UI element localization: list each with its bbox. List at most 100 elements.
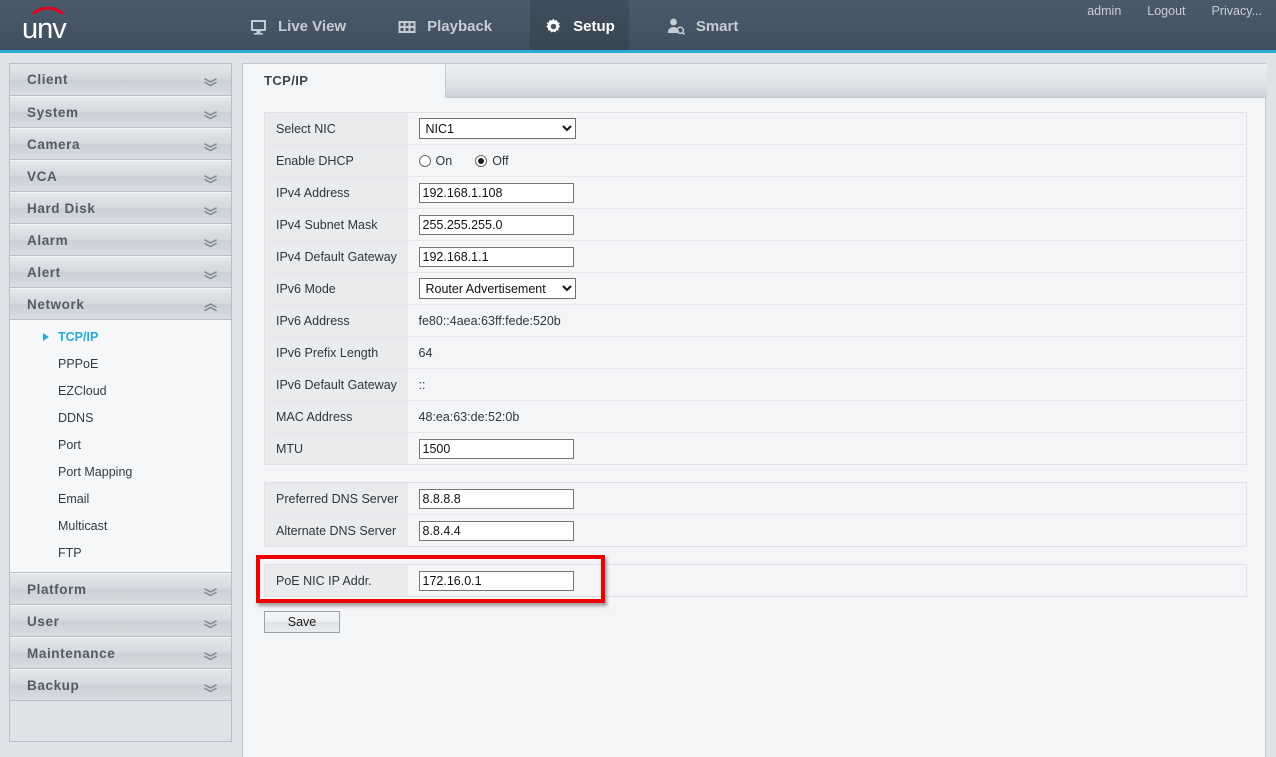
nav-playback[interactable]: Playback <box>384 0 506 53</box>
label-ipv6-mode: IPv6 Mode <box>265 273 408 305</box>
sidebar-group-network-label: Network <box>27 297 84 312</box>
ipv6-mode-dropdown[interactable]: Router Advertisement <box>419 278 576 299</box>
sidebar-item-multicast[interactable]: Multicast <box>10 512 231 539</box>
label-select-nic: Select NIC <box>265 113 408 145</box>
sidebar-group-backup[interactable]: Backup <box>10 669 231 701</box>
dhcp-on-label[interactable]: On <box>436 154 453 168</box>
value-mac-address: 48:ea:63:de:52:0b <box>408 401 1247 433</box>
save-button[interactable]: Save <box>264 611 340 633</box>
nav-smart-label: Smart <box>696 18 739 35</box>
person-search-icon <box>667 18 685 36</box>
label-mtu: MTU <box>265 433 408 465</box>
section-spacer <box>264 465 1265 482</box>
chevron-down-icon <box>204 649 217 658</box>
sidebar-group-client[interactable]: Client <box>10 64 231 96</box>
sidebar-item-port-mapping[interactable]: Port Mapping <box>10 458 231 485</box>
monitor-icon <box>249 18 267 36</box>
label-ipv4-subnet-mask: IPv4 Subnet Mask <box>265 209 408 241</box>
value-ipv6-address: fe80::4aea:63ff:fede:520b <box>408 305 1247 337</box>
poe-nic-ip-input[interactable] <box>419 571 574 591</box>
film-icon <box>398 18 416 36</box>
main-nav: Live View Playback Setup Smart <box>235 0 752 53</box>
preferred-dns-input[interactable] <box>419 489 574 509</box>
sidebar-group-maintenance[interactable]: Maintenance <box>10 637 231 669</box>
sidebar-item-tcpip-label: TCP/IP <box>58 330 98 344</box>
dhcp-off-radio[interactable] <box>475 155 487 167</box>
sidebar-group-client-label: Client <box>27 72 68 87</box>
dhcp-radio-group: On Off <box>419 154 1247 168</box>
mtu-input[interactable] <box>419 439 574 459</box>
sidebar-item-port-mapping-label: Port Mapping <box>58 465 132 479</box>
sidebar-item-multicast-label: Multicast <box>58 519 107 533</box>
select-nic-dropdown[interactable]: NIC1 <box>419 118 576 139</box>
current-user-label: admin <box>1087 4 1121 18</box>
sidebar-item-email[interactable]: Email <box>10 485 231 512</box>
unv-logo: unv <box>22 7 102 45</box>
poe-section: PoE NIC IP Addr. <box>264 564 1247 597</box>
save-row: Save <box>264 611 1265 633</box>
row-preferred-dns: Preferred DNS Server <box>265 483 1247 515</box>
user-zone: admin Logout Privacy... <box>1087 4 1262 18</box>
sidebar-group-vca-label: VCA <box>27 169 57 184</box>
sidebar-group-hard-disk-label: Hard Disk <box>27 201 95 216</box>
sidebar-group-vca[interactable]: VCA <box>10 160 231 192</box>
sidebar-group-hard-disk[interactable]: Hard Disk <box>10 192 231 224</box>
ipv4-default-gateway-input[interactable] <box>419 247 574 267</box>
sidebar-group-user[interactable]: User <box>10 605 231 637</box>
sidebar-item-pppoe[interactable]: PPPoE <box>10 350 231 377</box>
sidebar-group-alarm-label: Alarm <box>27 233 68 248</box>
nav-setup[interactable]: Setup <box>530 0 629 53</box>
sidebar-group-platform[interactable]: Platform <box>10 573 231 605</box>
gear-icon <box>544 18 562 36</box>
sidebar-item-ezcloud[interactable]: EZCloud <box>10 377 231 404</box>
sidebar-item-ddns[interactable]: DDNS <box>10 404 231 431</box>
row-ipv6-address: IPv6 Address fe80::4aea:63ff:fede:520b <box>265 305 1247 337</box>
chevron-down-icon <box>204 681 217 690</box>
tab-strip-filler <box>446 64 1267 98</box>
sidebar-group-alert[interactable]: Alert <box>10 256 231 288</box>
sidebar-group-network[interactable]: Network <box>10 288 231 320</box>
sidebar-group-camera[interactable]: Camera <box>10 128 231 160</box>
ipv4-subnet-mask-input[interactable] <box>419 215 574 235</box>
label-ipv6-prefix-length: IPv6 Prefix Length <box>265 337 408 369</box>
sidebar: Client System Camera VCA Hard Disk Alarm… <box>9 63 232 742</box>
sidebar-item-ftp-label: FTP <box>58 546 82 560</box>
sidebar-item-email-label: Email <box>58 492 89 506</box>
sidebar-group-maintenance-label: Maintenance <box>27 646 115 661</box>
dhcp-off-label[interactable]: Off <box>492 154 508 168</box>
alternate-dns-input[interactable] <box>419 521 574 541</box>
sidebar-filler <box>10 701 231 741</box>
chevron-down-icon <box>204 236 217 245</box>
sidebar-item-pppoe-label: PPPoE <box>58 357 98 371</box>
tab-strip: TCP/IP <box>243 64 1265 98</box>
sidebar-item-tcpip[interactable]: TCP/IP <box>10 323 231 350</box>
sidebar-item-port[interactable]: Port <box>10 431 231 458</box>
svg-text:unv: unv <box>22 13 67 45</box>
sidebar-group-system[interactable]: System <box>10 96 231 128</box>
tab-tcpip-label: TCP/IP <box>264 73 308 88</box>
sidebar-item-ezcloud-label: EZCloud <box>58 384 107 398</box>
content-panel: TCP/IP Select NIC NIC1 Enable DHCP <box>242 63 1266 757</box>
nav-live-view[interactable]: Live View <box>235 0 360 53</box>
sidebar-item-ftp[interactable]: FTP <box>10 539 231 566</box>
row-alternate-dns: Alternate DNS Server <box>265 515 1247 547</box>
privacy-link[interactable]: Privacy... <box>1212 4 1262 18</box>
ipv4-address-input[interactable] <box>419 183 574 203</box>
logout-link[interactable]: Logout <box>1147 4 1185 18</box>
tab-tcpip[interactable]: TCP/IP <box>243 64 446 98</box>
row-select-nic: Select NIC NIC1 <box>265 113 1247 145</box>
row-mac-address: MAC Address 48:ea:63:de:52:0b <box>265 401 1247 433</box>
label-ipv4-address: IPv4 Address <box>265 177 408 209</box>
chevron-down-icon <box>204 108 217 117</box>
sidebar-group-camera-label: Camera <box>27 137 80 152</box>
chevron-down-icon <box>204 172 217 181</box>
sidebar-group-system-label: System <box>27 105 79 120</box>
label-ipv6-address: IPv6 Address <box>265 305 408 337</box>
sidebar-group-alarm[interactable]: Alarm <box>10 224 231 256</box>
label-preferred-dns: Preferred DNS Server <box>265 483 408 515</box>
dhcp-on-radio[interactable] <box>419 155 431 167</box>
label-alternate-dns: Alternate DNS Server <box>265 515 408 547</box>
sidebar-network-sublist: TCP/IP PPPoE EZCloud DDNS Port Port Mapp… <box>10 320 231 573</box>
nav-smart[interactable]: Smart <box>653 0 753 53</box>
row-enable-dhcp: Enable DHCP On Off <box>265 145 1247 177</box>
